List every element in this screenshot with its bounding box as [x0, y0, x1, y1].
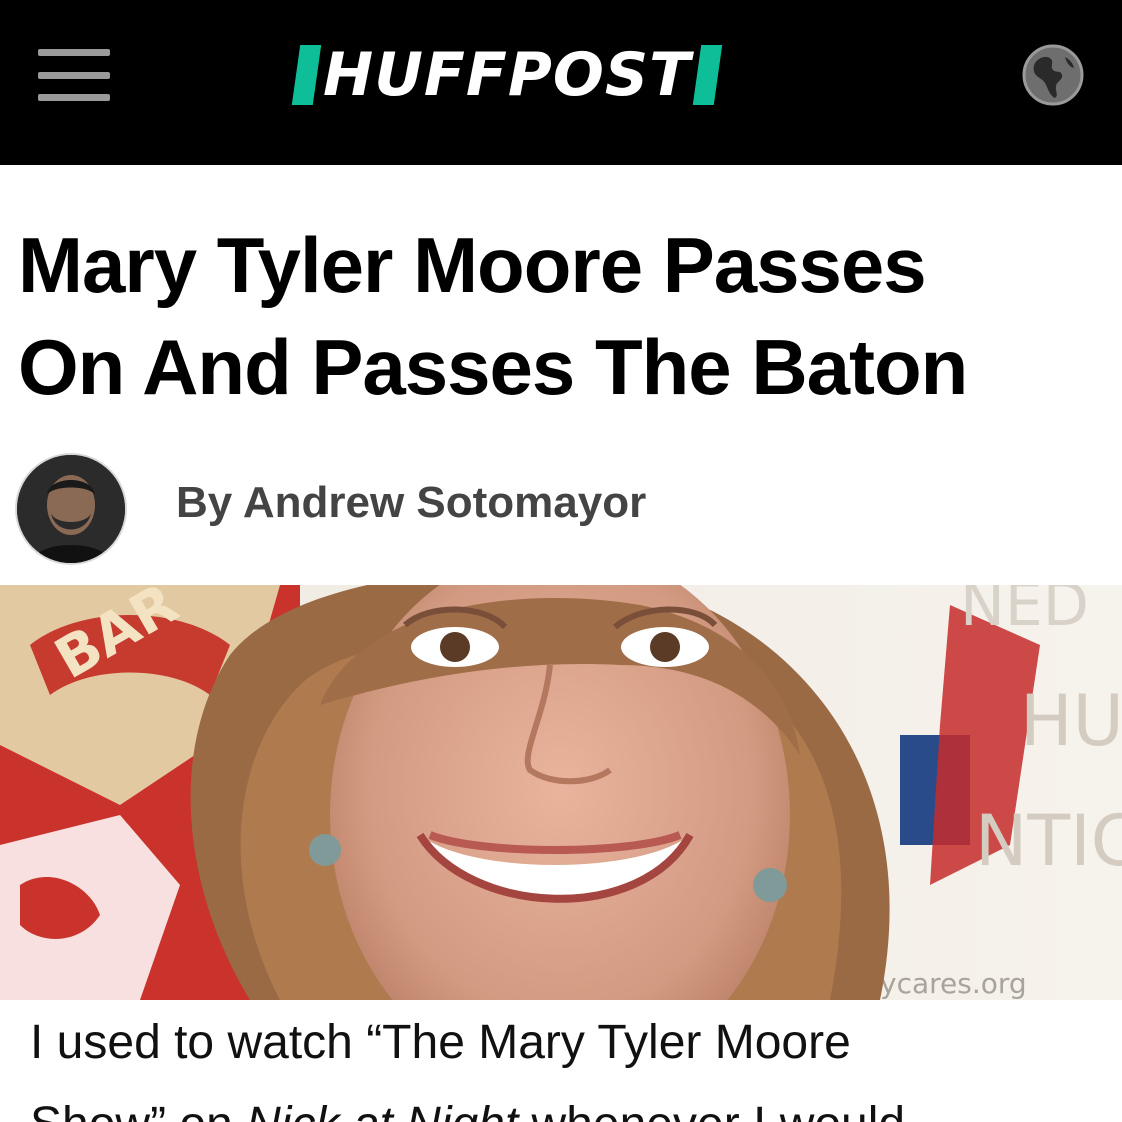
article-headline: Mary Tyler Moore Passes On And Passes Th…	[18, 214, 1108, 418]
site-header: HUFFPOST	[0, 0, 1122, 165]
menu-line	[38, 94, 110, 101]
article-lead-photo: BAR NED HU NTIC ycares.org	[0, 585, 1122, 1000]
logo-left-bar	[291, 45, 322, 105]
logo-right-bar	[692, 45, 723, 105]
menu-line	[38, 49, 110, 56]
logo-text: HUFFPOST	[323, 40, 692, 110]
article-body: I used to watch “The Mary Tyler Moore Sh…	[30, 1002, 1110, 1122]
hamburger-menu-icon[interactable]	[38, 49, 110, 101]
body-line-1: I used to watch “The Mary Tyler Moore	[30, 1016, 851, 1069]
body-line-2b: whenever I would	[518, 1098, 906, 1122]
body-line-2-italic: Nick at Night	[246, 1098, 518, 1122]
author-byline[interactable]: By Andrew Sotomayor	[176, 478, 646, 528]
author-photo	[17, 455, 125, 563]
author-avatar[interactable]	[17, 455, 125, 563]
menu-line	[38, 71, 110, 79]
bg-text-hu: HU	[1020, 680, 1122, 762]
bg-text-ned: NED	[960, 585, 1089, 640]
body-line-2a: Show” on	[30, 1098, 246, 1122]
portrait-image: BAR NED HU NTIC ycares.org	[0, 585, 1122, 1000]
huffpost-logo[interactable]: HUFFPOST	[291, 40, 723, 110]
headline-line-1: Mary Tyler Moore Passes	[18, 221, 927, 309]
globe-icon[interactable]	[1021, 43, 1085, 107]
bg-url-text: ycares.org	[880, 967, 1027, 1000]
bg-text-ntic: NTIC	[975, 800, 1122, 882]
headline-line-2: On And Passes The Baton	[18, 323, 968, 411]
